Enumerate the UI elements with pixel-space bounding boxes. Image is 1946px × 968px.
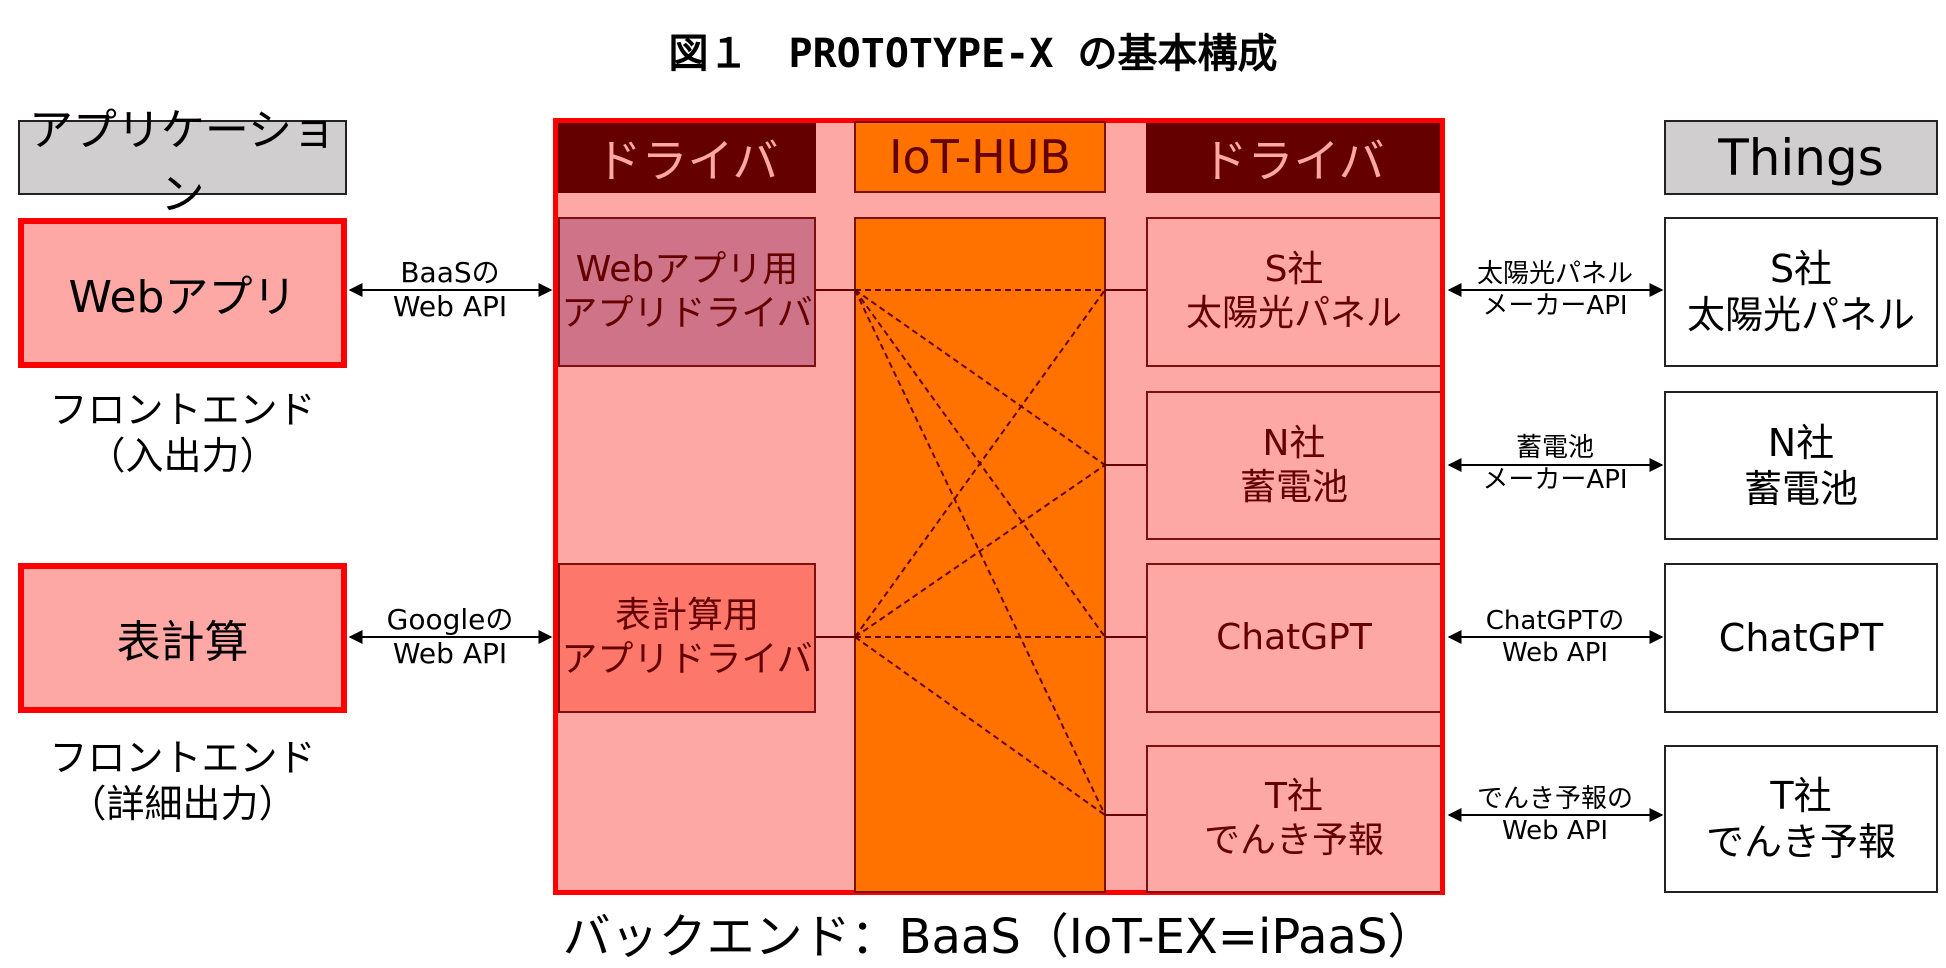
hub-connection-line [854, 289, 1106, 816]
hub-connection-line [854, 636, 1106, 816]
hub-connection-line [854, 289, 1106, 466]
connector-overlay [348, 283, 1664, 822]
hub-connection-line [854, 464, 1106, 638]
